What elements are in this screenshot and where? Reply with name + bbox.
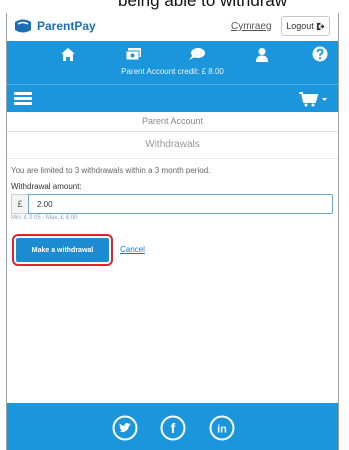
page-caption: being able to withdraw	[0, 0, 349, 14]
withdrawal-limit-notice: You are limited to 3 withdrawals within …	[11, 166, 211, 175]
brand-name: ParentPay	[37, 19, 96, 33]
help-icon[interactable]	[310, 45, 330, 63]
facebook-glyph: f	[171, 420, 176, 436]
linkedin-icon[interactable]: in	[209, 415, 235, 441]
amount-input-group: £	[11, 194, 333, 214]
hamburger-menu-icon[interactable]	[14, 92, 32, 106]
caption-text: being able to withdraw	[118, 0, 288, 10]
make-withdrawal-button[interactable]: Make a withdrawal	[16, 238, 109, 262]
top-header: ParentPay Cymraeg Logout	[7, 13, 338, 41]
payments-icon[interactable]	[124, 45, 144, 63]
facebook-icon[interactable]: f	[160, 415, 186, 441]
currency-addon: £	[11, 194, 29, 214]
twitter-icon[interactable]	[112, 415, 138, 441]
language-link[interactable]: Cymraeg	[231, 21, 272, 32]
footer: f in	[7, 403, 338, 450]
brand-logo[interactable]: ParentPay	[13, 18, 96, 34]
toolbar	[7, 84, 338, 112]
cancel-link[interactable]: Cancel	[120, 245, 145, 254]
messages-icon[interactable]	[187, 45, 207, 63]
home-icon[interactable]	[58, 45, 78, 63]
section-title: Parent Account	[7, 112, 338, 132]
main-nav: Parent Account credit: £ 8.00	[7, 41, 338, 84]
linkedin-glyph: in	[217, 424, 227, 436]
logout-label: Logout	[286, 21, 314, 31]
logout-arrow-icon	[316, 22, 325, 30]
phone-frame: ParentPay Cymraeg Logout Parent Account …	[6, 13, 339, 450]
account-credit: Parent Account credit: £ 8.00	[121, 67, 224, 76]
profile-icon[interactable]	[252, 45, 272, 63]
page-subtitle: Withdrawals	[7, 131, 338, 159]
withdrawal-amount-input[interactable]	[28, 194, 333, 214]
parentpay-logo-icon	[15, 19, 31, 33]
logout-button[interactable]: Logout	[281, 16, 330, 36]
cart-icon[interactable]	[299, 92, 329, 112]
amount-label: Withdrawal amount:	[11, 182, 82, 191]
min-max-hint: Min: £ 0.05 - Max: £ 8.00	[11, 215, 78, 221]
